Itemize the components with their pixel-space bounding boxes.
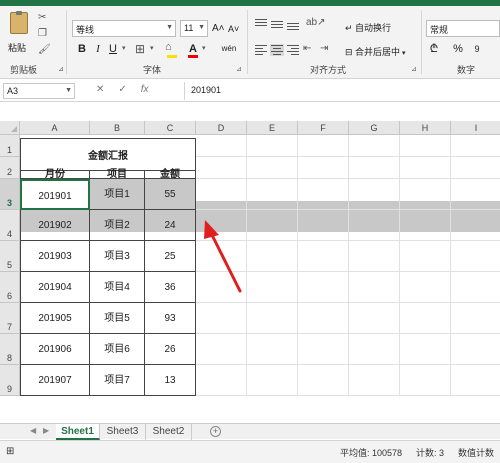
cancel-icon[interactable]: ✕ bbox=[96, 84, 118, 95]
decrease-indent-icon[interactable]: ⇤ bbox=[303, 43, 311, 54]
font-color-swatch bbox=[188, 55, 198, 58]
currency-button[interactable]: ₾ bbox=[428, 42, 440, 56]
tab-sheet1[interactable]: Sheet1 bbox=[56, 424, 100, 440]
tab-sheet3[interactable]: Sheet3 bbox=[100, 424, 146, 440]
italic-button[interactable]: I bbox=[92, 42, 104, 56]
divider bbox=[421, 10, 422, 74]
status-numeric-count: 数值计数 bbox=[458, 448, 495, 458]
paste-label: 粘贴 bbox=[8, 43, 27, 53]
font-color-button[interactable]: A bbox=[187, 42, 199, 56]
wrap-text-label: 自动换行 bbox=[355, 23, 392, 33]
worksheet-grid[interactable]: ABCDEFGHI 123456789 金额汇报 月份 项目 金额 201901 项目1 5… bbox=[0, 121, 500, 423]
font-name-value: 等线 bbox=[76, 25, 95, 35]
increase-indent-icon[interactable]: ⇥ bbox=[320, 43, 328, 54]
enter-icon[interactable]: ✓ bbox=[118, 84, 140, 95]
formula-bar: A3 ▼ ✕✓fx 201901 bbox=[0, 80, 500, 102]
border-icon[interactable]: ⊞ bbox=[135, 42, 145, 56]
copy-icon[interactable]: ❐ bbox=[38, 28, 47, 39]
phonetic-button[interactable]: wén bbox=[218, 42, 240, 56]
orientation-icon[interactable]: ab↗ bbox=[306, 17, 326, 28]
ribbon: 粘贴 ✂ ❐ 🖌 剪贴板 ⊿ 等线 ▼ 11 ▼ A˄ A˅ B I U ▾ ⊞… bbox=[0, 6, 500, 79]
insert-function-button[interactable]: fx bbox=[141, 84, 149, 95]
clipboard-group-label: 剪贴板 bbox=[10, 65, 38, 75]
wrap-text-button[interactable]: ↵ 自动换行 bbox=[345, 21, 391, 34]
status-average: 平均值: 100578 bbox=[340, 448, 403, 458]
chevron-down-icon: ▼ bbox=[198, 24, 205, 31]
name-box[interactable]: A3 ▼ bbox=[3, 83, 75, 99]
chevron-down-icon: ▼ bbox=[65, 87, 72, 94]
chevron-down-icon: ▾ bbox=[400, 50, 406, 57]
shrink-font-button[interactable]: A˅ bbox=[228, 22, 239, 36]
font-launcher-icon[interactable]: ⊿ bbox=[236, 65, 242, 73]
cut-icon[interactable]: ✂ bbox=[38, 12, 46, 23]
number-group-label: 数字 bbox=[457, 65, 476, 75]
status-count: 计数: 3 bbox=[416, 448, 445, 458]
formula-input[interactable]: 201901 bbox=[184, 82, 500, 100]
name-box-value: A3 bbox=[7, 86, 19, 96]
merge-center-button[interactable]: ⊟ 合并后居中 ▾ bbox=[345, 45, 406, 58]
format-painter-icon[interactable]: 🖌 bbox=[38, 44, 51, 55]
alignment-launcher-icon[interactable]: ⊿ bbox=[411, 65, 417, 73]
divider bbox=[66, 10, 67, 74]
align-center-icon[interactable] bbox=[270, 44, 284, 56]
divider bbox=[247, 10, 248, 74]
number-format-value: 常规 bbox=[430, 25, 449, 35]
align-left-icon[interactable] bbox=[254, 44, 268, 56]
chevron-down-icon[interactable]: ▾ bbox=[150, 44, 154, 52]
align-middle-icon[interactable] bbox=[270, 18, 284, 30]
align-top-icon[interactable] bbox=[254, 18, 268, 30]
macro-record-icon[interactable]: ⊞ bbox=[6, 446, 14, 457]
next-sheet-icon[interactable]: ▶ bbox=[43, 426, 49, 435]
red-arrow-annotation bbox=[204, 220, 242, 293]
add-sheet-button[interactable]: + bbox=[210, 426, 221, 437]
grow-font-button[interactable]: A˄ bbox=[212, 22, 225, 36]
fill-color-icon[interactable]: ⌂ bbox=[165, 41, 172, 53]
underline-button[interactable]: U bbox=[107, 42, 119, 56]
chevron-down-icon[interactable]: ▾ bbox=[122, 44, 126, 52]
alignment-group-label: 对齐方式 bbox=[310, 65, 347, 75]
percent-button[interactable]: % bbox=[452, 42, 464, 56]
fill-color-swatch bbox=[167, 55, 177, 58]
number-format-dropdown[interactable]: 常规 bbox=[426, 20, 500, 37]
paste-button[interactable]: 粘贴 bbox=[6, 11, 32, 58]
wrap-text-icon: ↵ bbox=[345, 23, 356, 33]
font-size-value: 11 bbox=[184, 23, 194, 33]
merge-center-label: 合并后居中 bbox=[355, 47, 401, 57]
font-group-label: 字体 bbox=[143, 65, 162, 75]
clipboard-launcher-icon[interactable]: ⊿ bbox=[58, 65, 64, 73]
sheet-tab-bar: ◀ ▶ Sheet1 Sheet3 Sheet2 + bbox=[0, 423, 500, 440]
chevron-down-icon[interactable]: ▾ bbox=[202, 44, 206, 52]
comma-button[interactable]: 9 bbox=[472, 42, 482, 56]
prev-sheet-icon[interactable]: ◀ bbox=[30, 426, 36, 435]
status-bar: ⊞ 平均值: 100578 计数: 3 数值计数 bbox=[0, 440, 500, 463]
font-name-dropdown[interactable]: 等线 ▼ bbox=[72, 20, 176, 37]
merge-icon: ⊟ bbox=[345, 47, 356, 57]
align-bottom-icon[interactable] bbox=[286, 18, 300, 30]
clipboard-icon bbox=[10, 11, 28, 34]
font-size-dropdown[interactable]: 11 ▼ bbox=[180, 20, 208, 37]
align-right-icon[interactable] bbox=[286, 44, 300, 56]
tab-sheet2[interactable]: Sheet2 bbox=[146, 424, 192, 440]
bold-button[interactable]: B bbox=[76, 42, 88, 56]
formula-bar-buttons: ✕✓fx bbox=[96, 84, 149, 95]
chevron-down-icon: ▼ bbox=[166, 24, 173, 31]
